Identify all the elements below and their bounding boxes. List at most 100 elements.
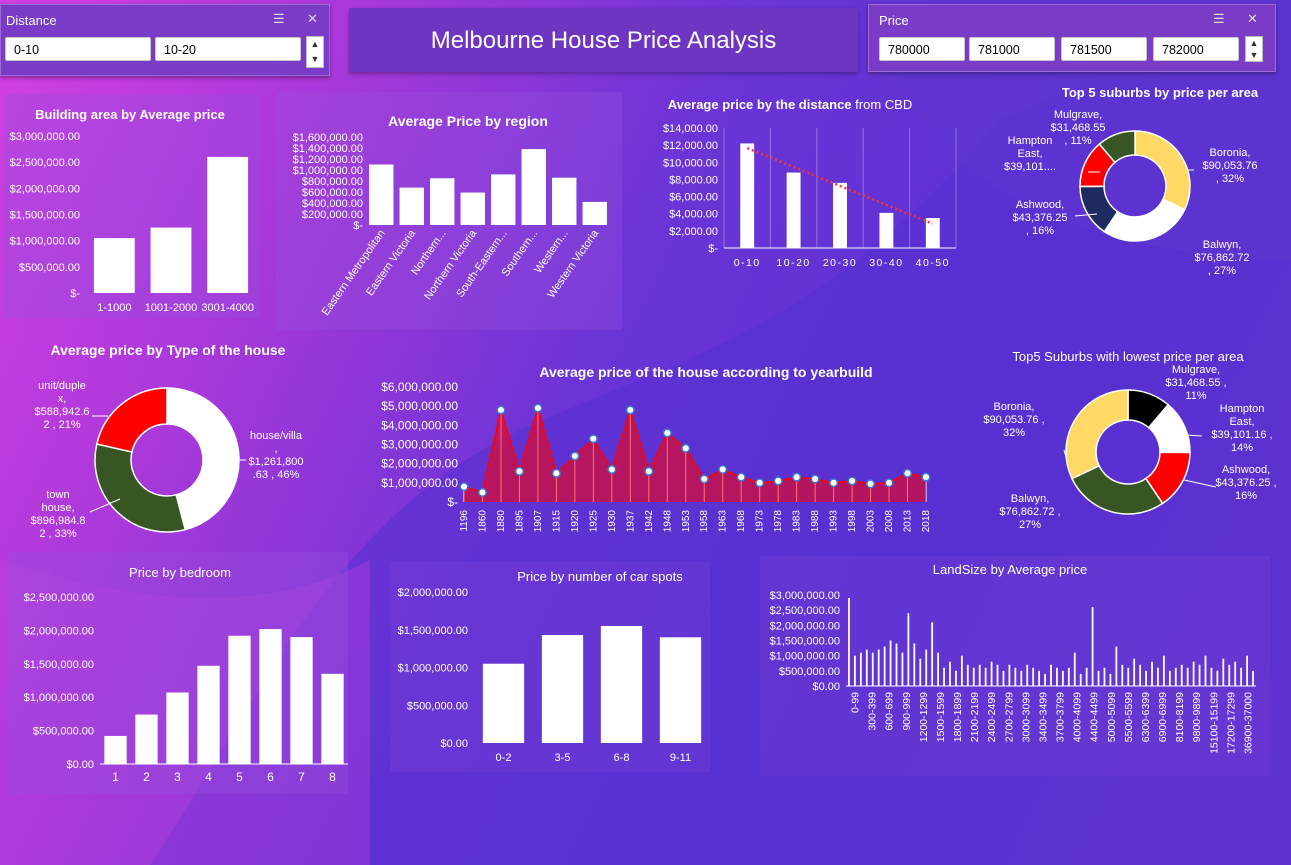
price-scroll-spinner[interactable]: ▲ ▼ (1245, 36, 1263, 62)
bar (1228, 664, 1231, 686)
data-point (662, 428, 672, 438)
bar (931, 622, 934, 686)
y-tick-label: $1,200,000.00 (293, 154, 363, 166)
y-tick-label: $14,000.00 (663, 123, 718, 135)
distance-slicer: Distance ☰ ✕ 0-10 10-20 ▲ ▼ (0, 4, 330, 76)
bar (1192, 661, 1195, 686)
data-label: 2 , 21% (43, 419, 81, 431)
distance-item-10-20[interactable]: 10-20 (155, 37, 301, 61)
price-item-781500[interactable]: 781500 (1061, 37, 1147, 61)
price-item-781000[interactable]: 781000 (969, 37, 1055, 61)
data-label: $39,101.... (1004, 161, 1056, 173)
price-item-782000[interactable]: 782000 (1153, 37, 1239, 61)
pie-slice (1134, 130, 1191, 211)
multi-select-icon[interactable]: ☰ (273, 11, 285, 27)
chart-title: LandSize by Average price (933, 562, 1087, 577)
chart-top5-low: Top5 Suburbs with lowest price per area … (983, 349, 1276, 531)
y-tick-label: $1,600,000.00 (293, 132, 363, 144)
y-tick-label: $4,000.00 (669, 209, 718, 221)
bar (1127, 667, 1130, 686)
multi-select-icon[interactable]: ☰ (1213, 11, 1225, 27)
bar (1186, 667, 1189, 686)
x-tick-label: 1895 (514, 510, 525, 533)
y-tick-label: $2,000,000.00 (10, 183, 80, 195)
data-label: Boronia, (1210, 147, 1251, 159)
bar (925, 649, 928, 686)
bar (1061, 670, 1064, 686)
chart-car-spots: Price by number of car spots $0.00 $500,0… (398, 569, 702, 764)
y-tick-label: $0.00 (812, 681, 840, 693)
x-tick-label: 15100-15199 (1208, 692, 1220, 754)
y-tick-label: $2,000,000.00 (398, 587, 468, 599)
data-label: $76,862.72 , (999, 506, 1060, 518)
bar (1252, 670, 1254, 686)
bar (955, 670, 957, 686)
y-tick-label: $12,000.00 (663, 140, 718, 152)
bar (919, 658, 922, 686)
x-tick-label: 3700-3799 (1055, 692, 1067, 742)
clear-filter-icon[interactable]: ✕ (1247, 11, 1258, 27)
bar (883, 646, 886, 686)
bar (552, 177, 577, 225)
data-label: Hampton (1220, 403, 1265, 415)
bar (1198, 664, 1201, 686)
data-label: 2 , 33% (39, 528, 77, 540)
data-label: $43,376.25 (1012, 212, 1067, 224)
y-tick-label: $2,000,000.00 (770, 620, 840, 632)
data-label: 16% (1235, 490, 1257, 502)
y-tick-label: $500,000.00 (407, 700, 468, 712)
data-label: $1,261,800 (248, 456, 303, 468)
pie-slice (1065, 389, 1129, 480)
x-tick-label: 900-999 (901, 692, 913, 731)
x-tick-label: 0-10 (734, 257, 761, 269)
distance-item-0-10[interactable]: 0-10 (5, 37, 151, 61)
data-label: Boronia, (994, 401, 1035, 413)
x-tick-label: 5 (236, 770, 243, 784)
bar (854, 655, 856, 686)
chart-top5-high: Top 5 suburbs by price per area Boronia,… (1004, 85, 1259, 277)
leader-line (1183, 479, 1217, 488)
bar (1145, 670, 1147, 686)
data-point (829, 478, 839, 488)
y-tick-label: $1,000,000.00 (293, 165, 363, 177)
y-tick-label: $2,000,000.00 (381, 457, 458, 471)
bar (901, 652, 904, 686)
data-label: $76,862.72 (1194, 252, 1249, 264)
data-label: $39,101.16 , (1211, 429, 1272, 441)
chart-title: Price by bedroom (129, 565, 231, 580)
chart-title: Top 5 suburbs by price per area (1062, 85, 1259, 100)
data-point (847, 476, 857, 486)
x-tick-label: 3-5 (555, 752, 571, 764)
bar (740, 143, 755, 248)
y-tick-label: $- (708, 243, 718, 255)
price-item-780000[interactable]: 780000 (879, 37, 965, 61)
x-tick-label: 2018 (921, 510, 932, 533)
clear-filter-icon[interactable]: ✕ (307, 11, 318, 27)
data-point (588, 434, 598, 444)
bar (430, 178, 455, 225)
bar (228, 635, 251, 764)
x-tick-label: 1930 (607, 510, 618, 533)
y-tick-label: $1,400,000.00 (293, 143, 363, 155)
x-tick-label: 1948 (662, 510, 673, 533)
data-point (718, 464, 728, 474)
data-label: East, (1229, 416, 1254, 428)
bar (1050, 664, 1052, 686)
data-point (551, 468, 561, 478)
y-tick-label: $- (70, 288, 80, 300)
bar (833, 182, 847, 248)
y-tick-label: $0.00 (66, 759, 94, 771)
data-point (477, 487, 488, 497)
chart-distance-cbd: Average price by the distance from CBD $… (663, 97, 957, 269)
chart-title-suffix: from CBD (852, 97, 913, 112)
bar (1139, 664, 1142, 686)
x-tick-label: 1001-2000 (145, 302, 198, 314)
bar (1067, 667, 1070, 686)
x-tick-label: 1937 (625, 510, 636, 533)
x-tick-label: 5500-5599 (1123, 692, 1135, 742)
x-tick-label: 17200-17299 (1225, 692, 1237, 754)
bar (521, 149, 546, 225)
x-tick-label: 9-11 (670, 752, 691, 764)
bar (482, 663, 525, 743)
distance-scroll-spinner[interactable]: ▲ ▼ (306, 36, 324, 68)
